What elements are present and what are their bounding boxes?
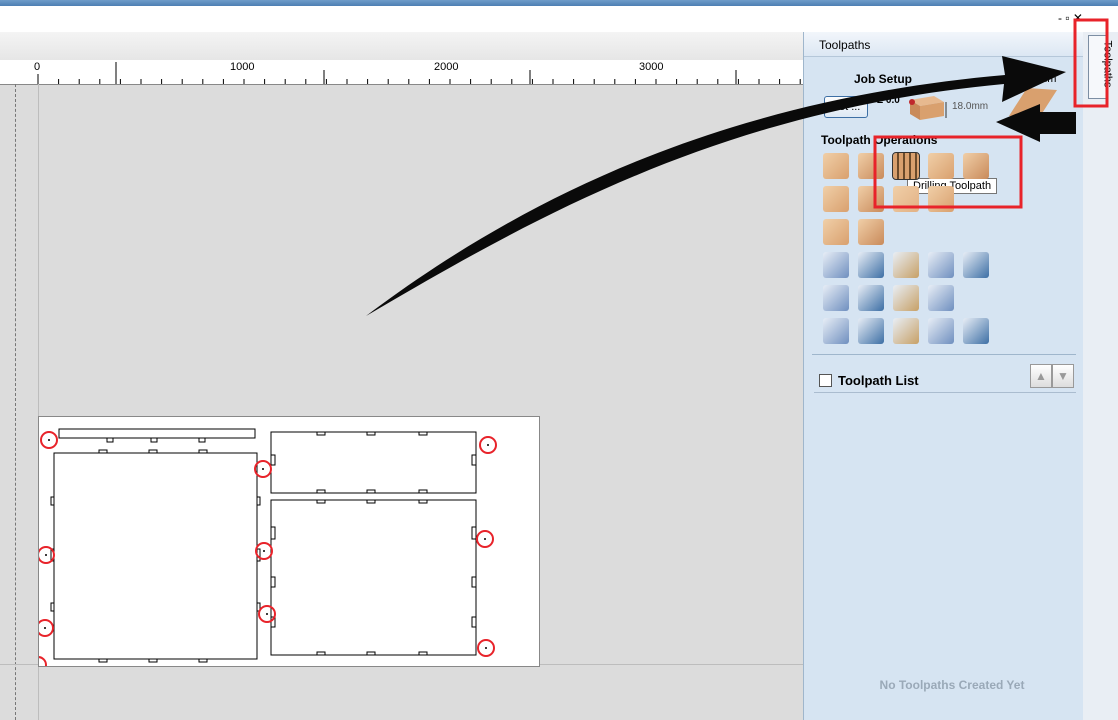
toolpath-list-label: Toolpath List xyxy=(838,373,919,388)
material-block-icon xyxy=(909,96,947,120)
material-icon[interactable] xyxy=(823,318,849,344)
preview-selected-icon[interactable] xyxy=(858,285,884,311)
split-icon[interactable] xyxy=(928,285,954,311)
move-down-icon[interactable]: ▼ xyxy=(1052,364,1074,388)
prism-icon[interactable] xyxy=(893,186,919,212)
3d-roughing-icon[interactable] xyxy=(823,219,849,245)
z-zero-label: Z 0.0 xyxy=(877,95,900,106)
ruler-label: 3000 xyxy=(639,61,664,73)
delete-toolpath-icon[interactable] xyxy=(928,252,954,278)
nested-parts-drawing[interactable] xyxy=(39,417,539,666)
drawing-canvas[interactable]: 0 1000 2000 3000 xyxy=(0,32,803,720)
material-thickness: 18.0mm xyxy=(952,101,989,112)
panel-separator xyxy=(812,354,1076,355)
horizontal-ruler: 0 1000 2000 3000 xyxy=(0,60,803,85)
moulding-icon[interactable] xyxy=(928,186,954,212)
reset-preview-icon[interactable] xyxy=(893,285,919,311)
texture-icon[interactable] xyxy=(928,153,954,179)
toolpath-list-divider xyxy=(814,392,1076,393)
edit-toolpath-icon[interactable] xyxy=(858,252,884,278)
ruler-label: 0 xyxy=(34,61,41,73)
side-tab-strip xyxy=(1083,32,1118,720)
preview-all-icon[interactable] xyxy=(823,285,849,311)
fluting-icon[interactable] xyxy=(858,186,884,212)
export-icon[interactable] xyxy=(963,318,989,344)
toolpath-operations-label: Toolpath Operations xyxy=(821,133,938,147)
tool-database-icon[interactable] xyxy=(823,252,849,278)
ruler-label: 2000 xyxy=(434,61,459,73)
3d-finishing-icon[interactable] xyxy=(858,219,884,245)
pocket-icon[interactable] xyxy=(858,153,884,179)
move-up-icon[interactable]: ▲ xyxy=(1030,364,1052,388)
profile-icon[interactable] xyxy=(823,153,849,179)
merge-toolpath-icon[interactable] xyxy=(893,252,919,278)
vertical-guide xyxy=(15,84,16,720)
toolpath-list-checkbox[interactable] xyxy=(819,374,832,387)
panel-header: Toolpaths xyxy=(804,32,1084,57)
time-estimate-icon[interactable] xyxy=(858,318,884,344)
ruler-label: 1000 xyxy=(230,61,255,73)
datum-icon[interactable] xyxy=(1009,88,1059,118)
inlay-icon[interactable] xyxy=(963,153,989,179)
set-button[interactable]: Set ... xyxy=(824,96,868,118)
empty-list-message: No Toolpaths Created Yet xyxy=(879,678,1025,692)
panel-title: Toolpaths xyxy=(819,38,871,52)
tabs-icon[interactable] xyxy=(893,318,919,344)
side-tab-label: Toolpaths xyxy=(1101,40,1114,88)
material-sheet[interactable] xyxy=(38,416,540,667)
datum-label: Datum xyxy=(1024,73,1057,85)
drilling-icon[interactable] xyxy=(892,152,920,180)
gcode-calc-icon[interactable] xyxy=(963,252,989,278)
job-setup-label: Job Setup xyxy=(854,72,913,86)
menu-bar xyxy=(0,6,1118,32)
canvas-toolbar xyxy=(0,32,803,60)
vcarve-icon[interactable] xyxy=(823,186,849,212)
window-controls[interactable]: - ▫ ✕ xyxy=(1058,11,1083,25)
save-toolpath-icon[interactable] xyxy=(928,318,954,344)
toolpaths-panel: Toolpaths Job Setup Set ... Z 0.0 18.0mm… xyxy=(803,32,1084,720)
